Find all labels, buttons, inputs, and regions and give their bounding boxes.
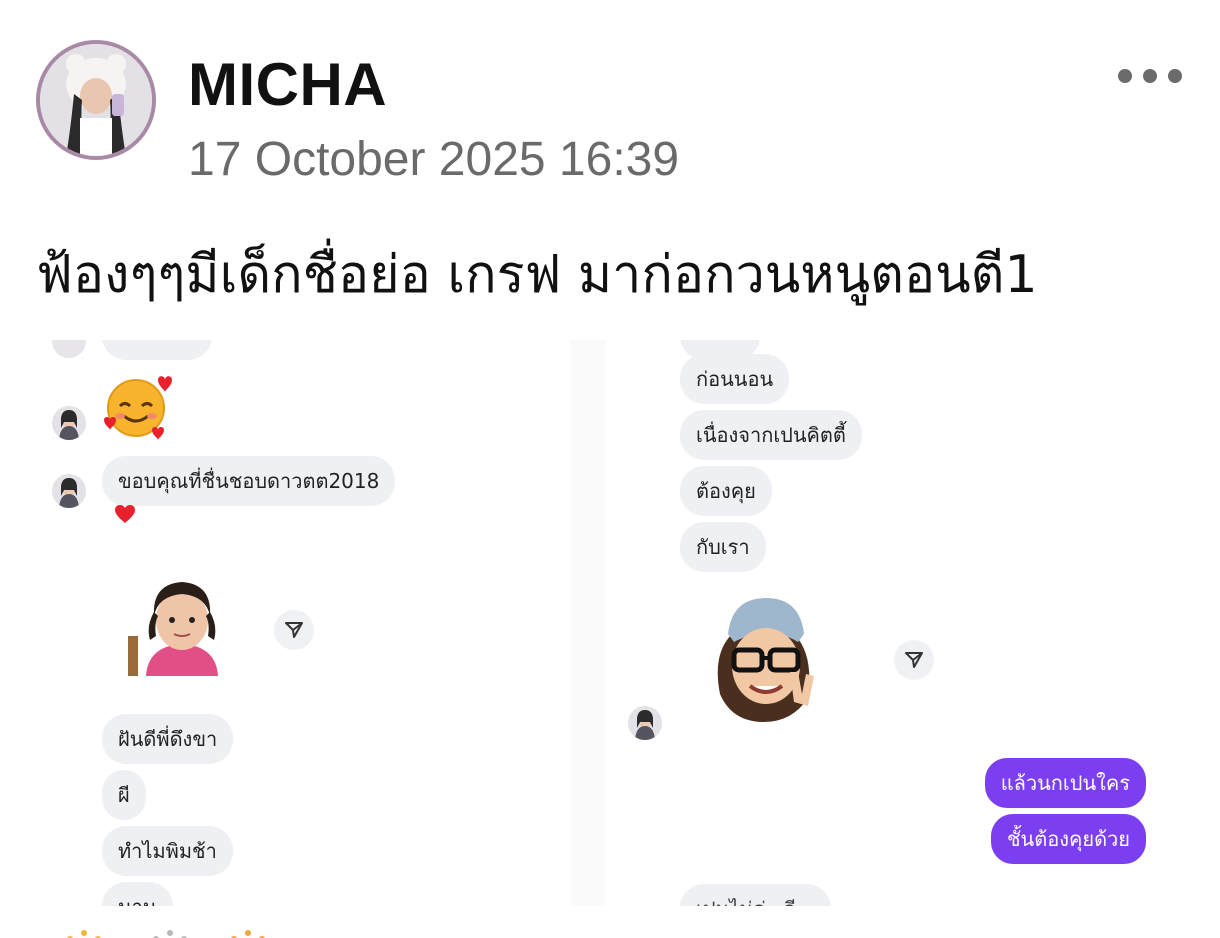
chat-message: ผี: [102, 770, 146, 820]
chat-message: นาน: [102, 882, 173, 906]
sticker-image: [126, 576, 238, 676]
author-avatar[interactable]: [36, 40, 156, 160]
post-image[interactable]: ขอบคุณที่ชื่นชอบดาวตต2018 ฝันดีพี่ดึงขา …: [40, 340, 1178, 906]
avatar: [628, 706, 662, 740]
chat-message: ฝันดีพี่ดึงขา: [102, 714, 234, 764]
share-button[interactable]: [894, 640, 934, 680]
post-timestamp[interactable]: 17 October 2025 16:39: [188, 132, 679, 187]
partial-bubble: [102, 340, 212, 360]
more-horizontal-icon: [1118, 69, 1132, 83]
smiling-face-with-hearts-icon: [104, 376, 172, 440]
chat-panel-left: ขอบคุณที่ชื่นชอบดาวตต2018 ฝันดีพี่ดึงขา …: [40, 340, 570, 906]
chat-message: ต้องคุย: [680, 466, 772, 516]
sent-message: แล้วนกเปนใคร: [984, 758, 1146, 808]
author-name[interactable]: MICHA: [188, 50, 387, 119]
chat-message: ขอบคุณที่ชื่นชอบดาวตต2018: [102, 456, 396, 506]
share-arrow-icon: [285, 622, 303, 638]
reaction-icons: [67, 930, 265, 938]
heart-icon: [115, 505, 135, 523]
reactions-row[interactable]: [64, 926, 284, 938]
avatar-photo: [40, 44, 152, 156]
chat-message: ทำไมพิมช้า: [102, 826, 233, 876]
chat-message-partial: เปนไม่ค่ะ ดี...: [680, 884, 831, 906]
memoji-sticker: [717, 598, 814, 722]
more-dot: [1143, 69, 1157, 83]
post-card: MICHA 17 October 2025 16:39 ฟ้องๆๆมีเด็ก…: [0, 0, 1220, 938]
sent-message: ชั้นต้องคุยด้วย: [990, 814, 1146, 864]
more-dot: [1168, 69, 1182, 83]
more-options-button[interactable]: [1118, 56, 1182, 96]
chat-message: เนื่องจากเปนคิตตี้: [680, 410, 862, 460]
chat-message: ก่อนนอน: [680, 354, 790, 404]
share-button[interactable]: [274, 610, 314, 650]
chat-panel-right: ก่อนนอน เนื่องจากเปนคิตตี้ ต้องคุย กับเร…: [606, 340, 1178, 906]
chat-message: กับเรา: [680, 522, 766, 572]
avatar: [52, 474, 86, 508]
avatar: [52, 406, 86, 440]
post-caption: ฟ้องๆๆมีเด็กชื่อย่อ เกรฟ มาก่อกวนหนูตอนต…: [36, 245, 1038, 305]
share-arrow-icon: [905, 652, 923, 668]
avatar: [52, 340, 86, 358]
